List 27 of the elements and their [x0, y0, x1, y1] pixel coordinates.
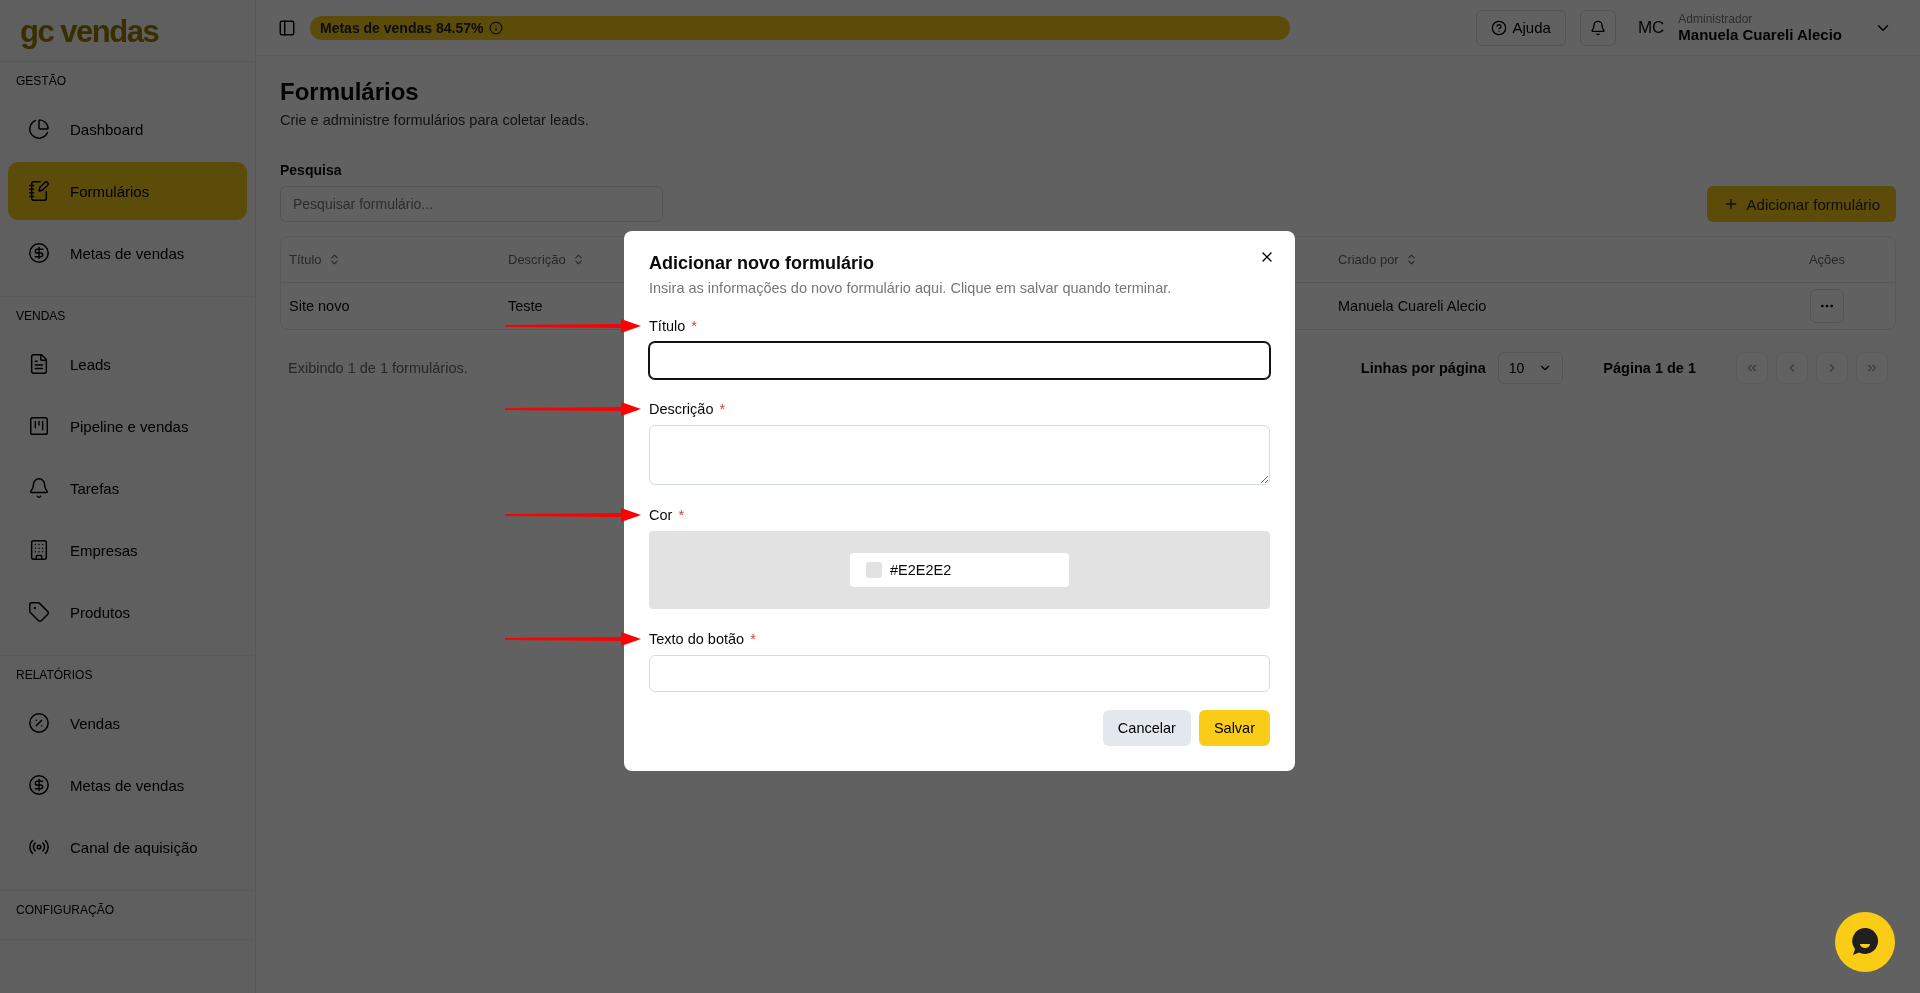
search-label: Pesquisa [280, 162, 343, 178]
required-mark: * [691, 318, 697, 334]
field-label: Cor [649, 507, 673, 523]
required-mark: * [719, 401, 726, 417]
section-title: CONFIGURAÇÃO [15, 903, 115, 919]
dialog-description: Insira as informações do novo formulário aqui. Clique em salvar quando terminar. [649, 280, 1173, 296]
required-mark: * [678, 507, 685, 523]
section-title: RELATÓRIOS [15, 668, 94, 684]
dialog-title: Adicionar novo formulário [649, 253, 875, 274]
logo: gc vendas [0, 0, 255, 62]
field-label: Descrição [649, 401, 714, 417]
page-indicator: Página 1 de 1 [1603, 360, 1696, 376]
section-title: GESTÃO [15, 74, 67, 90]
user-avatar: MC [1637, 17, 1665, 38]
rows-per-page-label: Linhas por página [1360, 360, 1486, 376]
table-cell-text: Manuela Cuareli Alecio [1338, 298, 1488, 314]
field-label: Título [649, 318, 686, 334]
field-label: Texto do botão [649, 631, 745, 647]
goal-bar: Metas de vendas 84.57% [310, 15, 1290, 40]
table-cell-text: Teste [508, 298, 544, 314]
page-title: Formulários [280, 78, 420, 106]
user-name: Manuela Cuareli Alecio [1678, 26, 1842, 43]
results-summary: Exibindo 1 de 1 formulários. [288, 360, 468, 376]
table-cell-text: Site novo [289, 298, 351, 314]
page-subtitle: Crie e administre formulários para coletar leads. [280, 112, 590, 128]
section-title: VENDAS [15, 309, 67, 325]
required-mark: * [750, 631, 756, 647]
